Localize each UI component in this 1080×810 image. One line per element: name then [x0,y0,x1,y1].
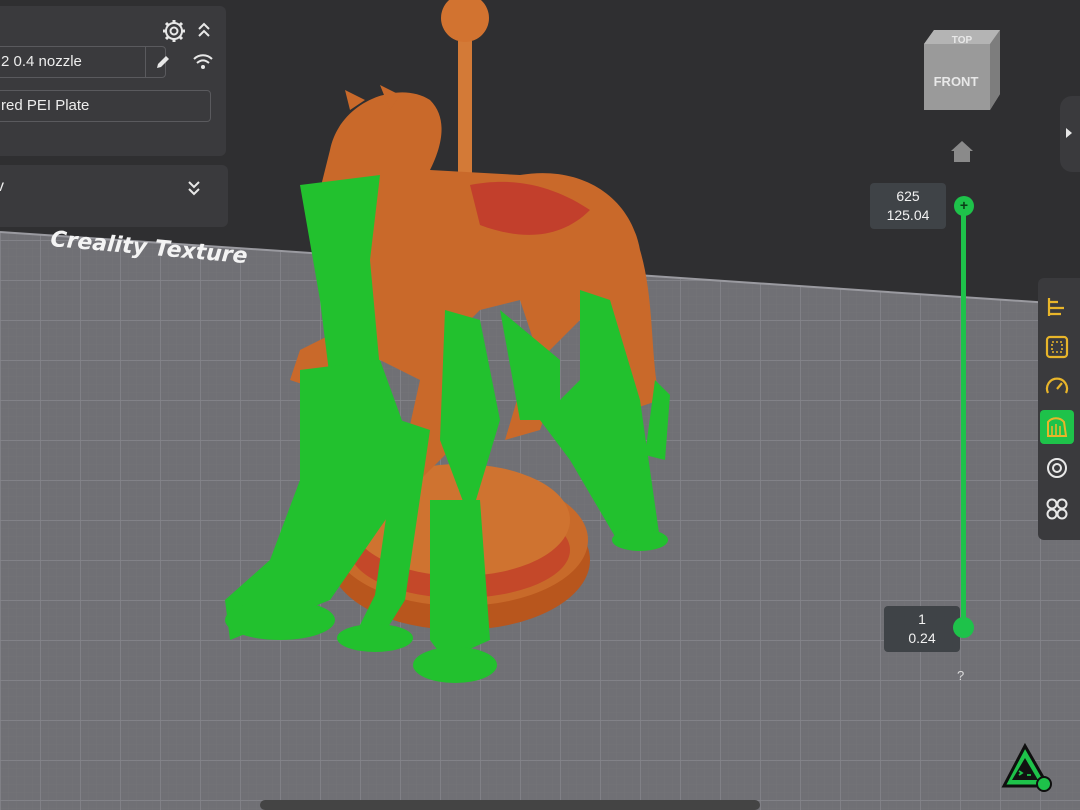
top-layer-handle[interactable]: + [954,196,974,216]
bottom-layer-handle[interactable] [953,617,974,638]
bottom-layer-badge: 1 0.24 [884,606,960,652]
wifi-icon[interactable] [192,52,214,72]
edit-printer-button[interactable] [145,47,179,77]
layers-align-button[interactable] [1040,290,1074,324]
plate-type-select[interactable]: red PEI Plate [0,90,211,122]
top-layer-number: 625 [896,188,920,204]
select-box-button[interactable] [1040,330,1074,364]
home-icon[interactable] [949,138,975,164]
top-layer-height: 125.04 [886,207,930,223]
target-icon [1047,458,1067,478]
layer-slider-track[interactable] [961,204,966,628]
horizontal-scrollbar[interactable] [260,800,760,810]
view-panel-label: v [0,178,4,195]
support-paint-button[interactable] [1040,410,1074,444]
layers-align-icon [1047,298,1064,316]
chevron-double-up-icon[interactable] [196,20,212,40]
speedometer-icon [1045,377,1069,394]
view-panel: v [0,165,228,227]
gear-icon[interactable] [162,19,186,43]
navigation-cube[interactable]: TOP FRONT [922,22,1002,112]
speedometer-button[interactable] [1040,370,1074,404]
cloverleaf-icon [1046,498,1068,520]
cloverleaf-button[interactable] [1040,492,1074,526]
slider-help-button[interactable]: ? [957,668,964,683]
cube-front-label[interactable]: FRONT [934,74,979,89]
printer-nozzle-select[interactable]: 2 0.4 nozzle [0,46,166,78]
cube-top-label[interactable]: TOP [952,35,973,46]
printer-panel: 2 0.4 nozzle red PEI Plate [0,6,226,156]
chevron-right-icon [1066,128,1072,138]
target-button[interactable] [1040,451,1074,485]
bottom-layer-height: 0.24 [908,630,936,646]
top-layer-badge: 625 125.04 [870,183,946,229]
chevron-double-down-icon[interactable] [187,179,201,197]
pencil-icon [156,56,169,68]
bottom-layer-number: 1 [918,611,926,627]
support-paint-icon [1047,417,1068,437]
ai-assistant-icon[interactable] [1000,742,1054,794]
select-box-icon [1045,335,1069,359]
